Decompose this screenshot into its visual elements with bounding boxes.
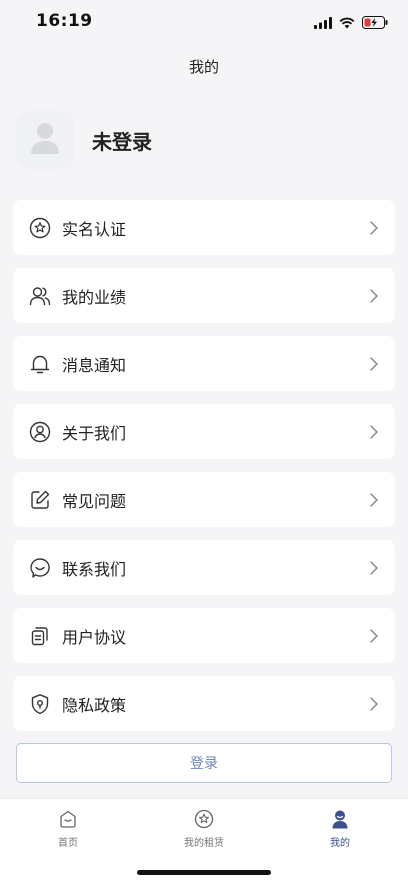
menu-item-faq[interactable]: 常见问题	[13, 472, 395, 527]
status-icons	[314, 14, 388, 33]
home-icon	[58, 809, 78, 829]
menu-list: 实名认证 我的业绩 消息通知 关于我们 常见问题 联系我们 用户协议 隐私政策	[13, 200, 395, 744]
profile-name[interactable]: 未登录	[92, 126, 152, 155]
menu-item-label: 实名认证	[62, 219, 127, 239]
menu-item-label: 隐私政策	[62, 695, 127, 715]
chevron-right-icon	[367, 696, 381, 711]
menu-item-verification[interactable]: 实名认证	[13, 200, 395, 255]
chevron-right-icon	[367, 628, 381, 643]
chevron-right-icon	[367, 220, 381, 235]
star-icon	[194, 809, 214, 829]
menu-item-label: 关于我们	[62, 423, 127, 443]
users-icon	[29, 285, 51, 307]
avatar-placeholder-icon	[29, 121, 61, 159]
bell-icon	[29, 353, 51, 375]
shield-icon	[29, 693, 51, 715]
tab-profile[interactable]: 我的	[290, 809, 390, 849]
chevron-right-icon	[367, 492, 381, 507]
menu-item-performance[interactable]: 我的业绩	[13, 268, 395, 323]
menu-item-label: 用户协议	[62, 627, 127, 647]
menu-item-label: 联系我们	[62, 559, 127, 579]
signal-icon	[314, 14, 332, 33]
chat-icon	[29, 557, 51, 579]
menu-item-contact-us[interactable]: 联系我们	[13, 540, 395, 595]
menu-item-about-us[interactable]: 关于我们	[13, 404, 395, 459]
document-icon	[29, 625, 51, 647]
menu-item-notifications[interactable]: 消息通知	[13, 336, 395, 391]
tab-label: 首页	[58, 838, 78, 849]
battery-icon	[362, 14, 388, 33]
home-indicator[interactable]	[137, 870, 271, 875]
chevron-right-icon	[367, 560, 381, 575]
avatar[interactable]	[16, 111, 74, 169]
tab-home[interactable]: 首页	[18, 809, 118, 849]
menu-item-label: 消息通知	[62, 355, 127, 375]
profile-icon	[330, 809, 350, 829]
wifi-icon	[339, 14, 355, 33]
star-badge-icon	[29, 217, 51, 239]
menu-item-label: 我的业绩	[62, 287, 127, 307]
tab-my-rentals[interactable]: 我的租赁	[154, 809, 254, 849]
menu-item-user-agreement[interactable]: 用户协议	[13, 608, 395, 663]
status-bar: 16:19	[0, 0, 408, 44]
edit-icon	[29, 489, 51, 511]
profile-header[interactable]: 未登录	[16, 108, 152, 172]
screen: 16:19 我的 未登录 实名认证 我的业绩 消息通知 关于我们 常见问题 联系…	[0, 0, 408, 883]
status-time: 16:19	[36, 11, 93, 31]
tab-label: 我的租赁	[184, 838, 224, 849]
chevron-right-icon	[367, 424, 381, 439]
login-button[interactable]: 登录	[16, 743, 392, 783]
menu-item-label: 常见问题	[62, 491, 127, 511]
user-circle-icon	[29, 421, 51, 443]
tab-label: 我的	[330, 838, 350, 849]
page-title: 我的	[188, 58, 219, 76]
menu-item-privacy-policy[interactable]: 隐私政策	[13, 676, 395, 731]
tab-bar: 首页 我的租赁 我的	[0, 798, 408, 883]
chevron-right-icon	[367, 356, 381, 371]
chevron-right-icon	[367, 288, 381, 303]
